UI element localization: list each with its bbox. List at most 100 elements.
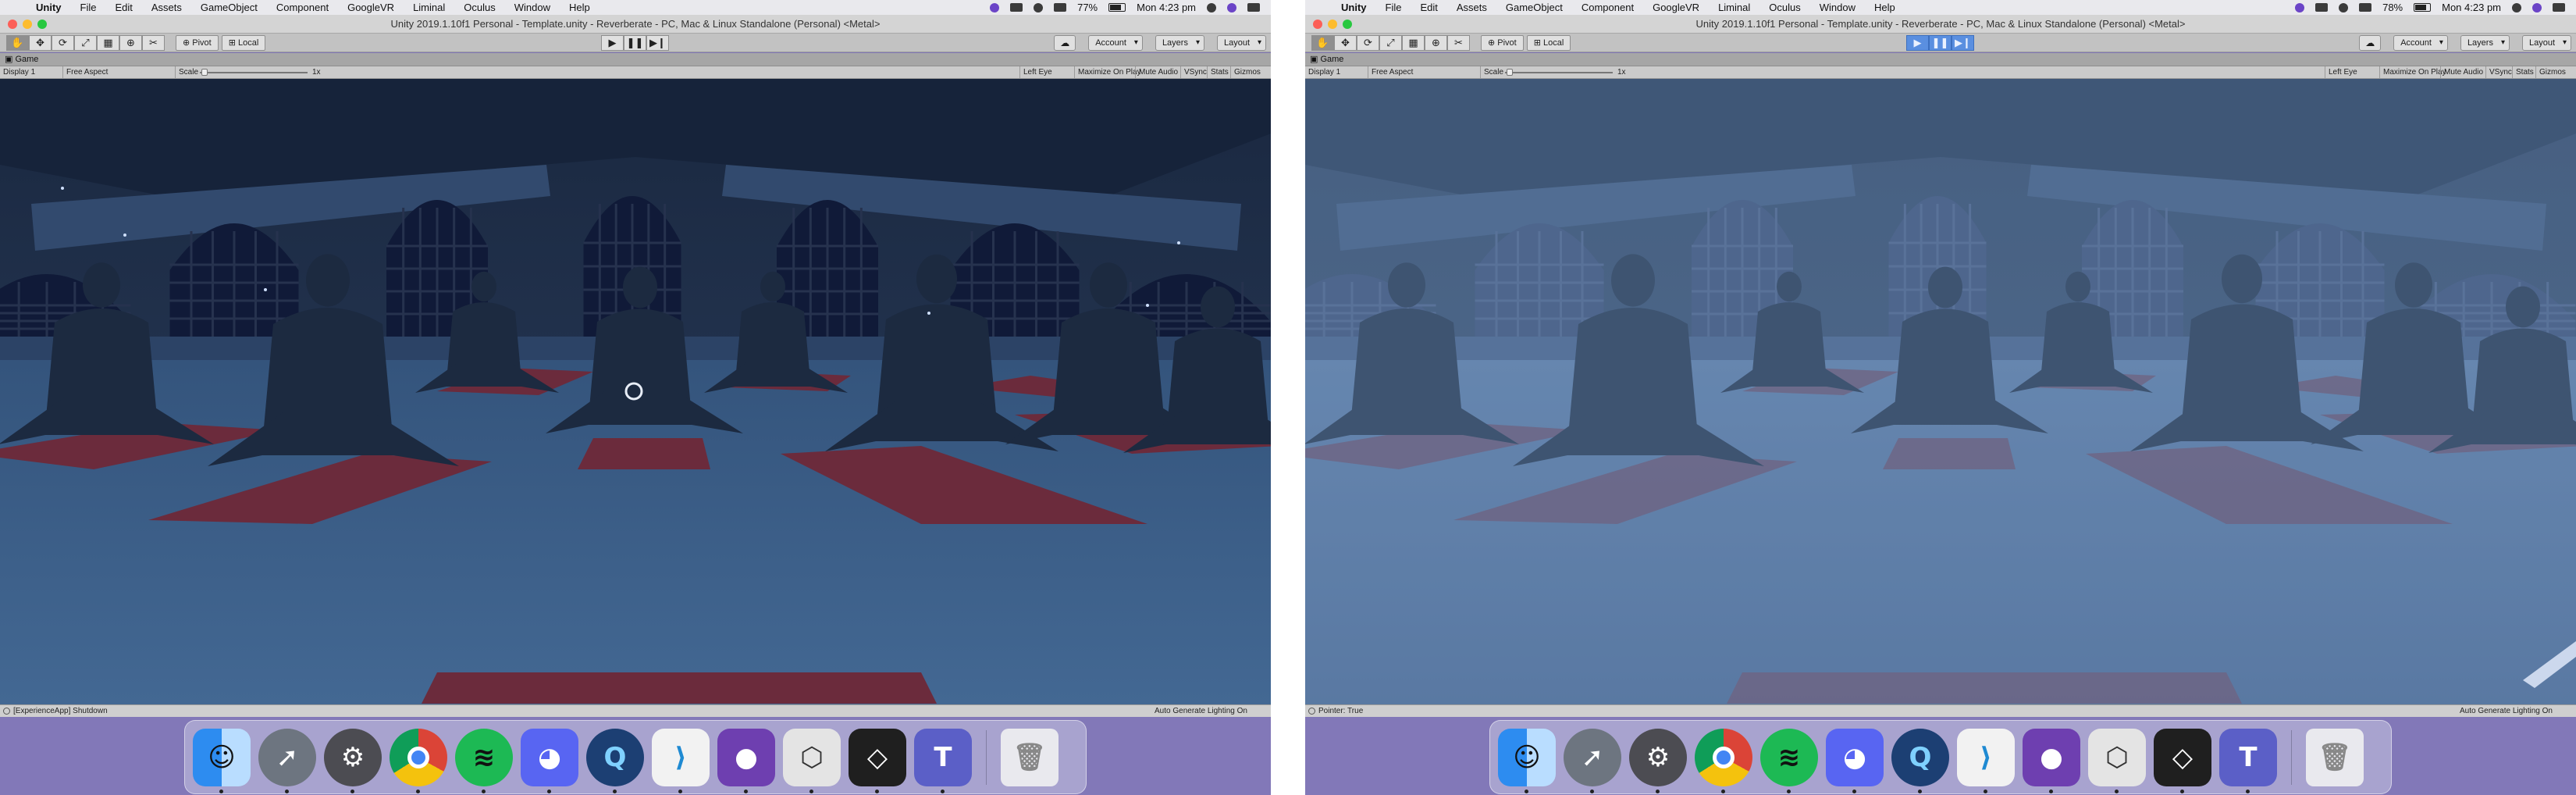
layout-dropdown[interactable]: Layout <box>2521 34 2571 51</box>
eye-dropdown[interactable]: Left Eye <box>2325 66 2357 78</box>
maximize-on-play-toggle[interactable]: Maximize On Play <box>1074 66 1141 78</box>
teams-icon[interactable]: T <box>2219 728 2277 793</box>
gear-icon[interactable]: ⚙ <box>324 728 382 793</box>
finder-icon[interactable]: ☺ <box>193 728 251 793</box>
app-status-icon[interactable] <box>2295 2 2305 12</box>
transform-tool-icon[interactable]: ⊕ <box>1425 34 1447 51</box>
scale-tool-icon[interactable]: ⤢ <box>74 34 97 51</box>
maximize-on-play-toggle[interactable]: Maximize On Play <box>2379 66 2446 78</box>
local-toggle-button[interactable]: ⊞ Local <box>221 34 266 51</box>
scale-slider[interactable] <box>1505 72 1613 73</box>
move-tool-icon[interactable]: ✥ <box>29 34 52 51</box>
menu-liminal[interactable]: Liminal <box>1709 2 1759 13</box>
notification-icon[interactable] <box>2339 2 2349 12</box>
battery-icon[interactable] <box>2414 3 2432 12</box>
unity-hub-icon[interactable]: ⬡ <box>783 728 841 793</box>
discord-icon[interactable]: ◕ <box>1826 728 1884 793</box>
wifi-icon[interactable] <box>1054 3 1067 12</box>
cloud-icon[interactable]: ☁ <box>2359 34 2382 51</box>
hand-tool-icon[interactable]: ✋ <box>1311 34 1334 51</box>
wifi-icon[interactable] <box>2359 3 2372 12</box>
stats-toggle[interactable]: Stats <box>2512 66 2534 78</box>
notification-icon[interactable] <box>1034 2 1044 12</box>
console-info-icon[interactable] <box>3 708 10 715</box>
siri-icon[interactable] <box>1227 2 1236 12</box>
siri-icon[interactable] <box>2532 2 2542 12</box>
menu-window[interactable]: Window <box>1810 2 1865 13</box>
unity-icon[interactable]: ◇ <box>2154 728 2211 793</box>
scale-slider[interactable] <box>200 72 308 73</box>
status-message[interactable]: Pointer: True <box>1318 705 1363 717</box>
search-icon[interactable] <box>2512 2 2521 12</box>
app-menu[interactable]: Unity <box>1332 2 1376 13</box>
rotate-tool-icon[interactable]: ⟳ <box>52 34 74 51</box>
menu-oculus[interactable]: Oculus <box>1759 2 1809 13</box>
rocket-icon[interactable]: ➚ <box>258 728 316 793</box>
teams-icon[interactable]: T <box>914 728 972 793</box>
menu-googlevr[interactable]: GoogleVR <box>1643 2 1709 13</box>
gizmos-dropdown[interactable]: Gizmos <box>2535 66 2566 78</box>
menu-oculus[interactable]: Oculus <box>454 2 504 13</box>
clock[interactable]: Mon 4:23 pm <box>2442 2 2501 13</box>
trash-icon[interactable]: 🗑 <box>1001 728 1059 786</box>
vsync-toggle[interactable]: VSync <box>2485 66 2512 78</box>
custom-tool-icon[interactable]: ✂ <box>142 34 165 51</box>
layers-dropdown[interactable]: Layers <box>2460 34 2510 51</box>
menu-window[interactable]: Window <box>505 2 560 13</box>
rect-tool-icon[interactable]: ▦ <box>97 34 119 51</box>
menu-liminal[interactable]: Liminal <box>404 2 454 13</box>
github-icon[interactable]: ● <box>717 728 775 793</box>
menu-help[interactable]: Help <box>560 2 600 13</box>
scale-slider-handle[interactable] <box>1507 69 1513 76</box>
scale-slider-handle[interactable] <box>201 69 208 76</box>
pause-button[interactable]: ❚❚ <box>1929 34 1952 51</box>
unity-icon[interactable]: ◇ <box>849 728 906 793</box>
discord-icon[interactable]: ◕ <box>521 728 578 793</box>
pivot-toggle-button[interactable]: ⊕ Pivot <box>1481 34 1524 51</box>
finder-icon[interactable]: ☺ <box>1498 728 1556 793</box>
menu-gameobject[interactable]: GameObject <box>191 2 267 13</box>
account-dropdown[interactable]: Account <box>1088 34 1143 51</box>
chrome-icon[interactable] <box>1695 728 1752 793</box>
move-tool-icon[interactable]: ✥ <box>1334 34 1357 51</box>
quicktime-icon[interactable]: Q <box>586 728 644 793</box>
menu-file[interactable]: File <box>1376 2 1411 13</box>
vscode-icon[interactable]: ⟩ <box>652 728 710 793</box>
notification-center-icon[interactable] <box>1247 3 1260 12</box>
play-button[interactable]: ▶ <box>1906 34 1929 51</box>
vscode-icon[interactable]: ⟩ <box>1957 728 2015 793</box>
rect-tool-icon[interactable]: ▦ <box>1402 34 1425 51</box>
menu-edit[interactable]: Edit <box>1411 2 1446 13</box>
spotify-icon[interactable]: ≋ <box>455 728 513 793</box>
scale-tool-icon[interactable]: ⤢ <box>1379 34 1402 51</box>
account-dropdown[interactable]: Account <box>2393 34 2448 51</box>
menu-component[interactable]: Component <box>267 2 338 13</box>
console-info-icon[interactable] <box>1308 708 1315 715</box>
display-dropdown[interactable]: Display 1 <box>1308 66 1340 78</box>
menu-file[interactable]: File <box>71 2 106 13</box>
menu-help[interactable]: Help <box>1865 2 1905 13</box>
notification-center-icon[interactable] <box>2553 3 2565 12</box>
game-view-tab[interactable]: ▣ Game <box>1305 53 2576 66</box>
stats-toggle[interactable]: Stats <box>1207 66 1229 78</box>
display-dropdown[interactable]: Display 1 <box>3 66 35 78</box>
step-button[interactable]: ▶❙ <box>646 34 669 51</box>
game-viewport[interactable] <box>1305 79 2576 704</box>
layers-dropdown[interactable]: Layers <box>1155 34 1204 51</box>
game-view-tab[interactable]: ▣ Game <box>0 53 1271 66</box>
pivot-toggle-button[interactable]: ⊕ Pivot <box>176 34 219 51</box>
game-viewport[interactable] <box>0 79 1271 704</box>
aspect-dropdown[interactable]: Free Aspect <box>1368 66 1413 78</box>
menu-assets[interactable]: Assets <box>1447 2 1496 13</box>
menu-googlevr[interactable]: GoogleVR <box>338 2 404 13</box>
clock[interactable]: Mon 4:23 pm <box>1137 2 1196 13</box>
pause-button[interactable]: ❚❚ <box>624 34 646 51</box>
menu-gameobject[interactable]: GameObject <box>1496 2 1572 13</box>
local-toggle-button[interactable]: ⊞ Local <box>1526 34 1571 51</box>
hand-tool-icon[interactable]: ✋ <box>6 34 29 51</box>
rotate-tool-icon[interactable]: ⟳ <box>1357 34 1379 51</box>
screen-mirroring-icon[interactable] <box>1010 3 1023 12</box>
quicktime-icon[interactable]: Q <box>1891 728 1949 793</box>
status-message[interactable]: [ExperienceApp] Shutdown <box>13 705 108 717</box>
menu-component[interactable]: Component <box>1572 2 1643 13</box>
